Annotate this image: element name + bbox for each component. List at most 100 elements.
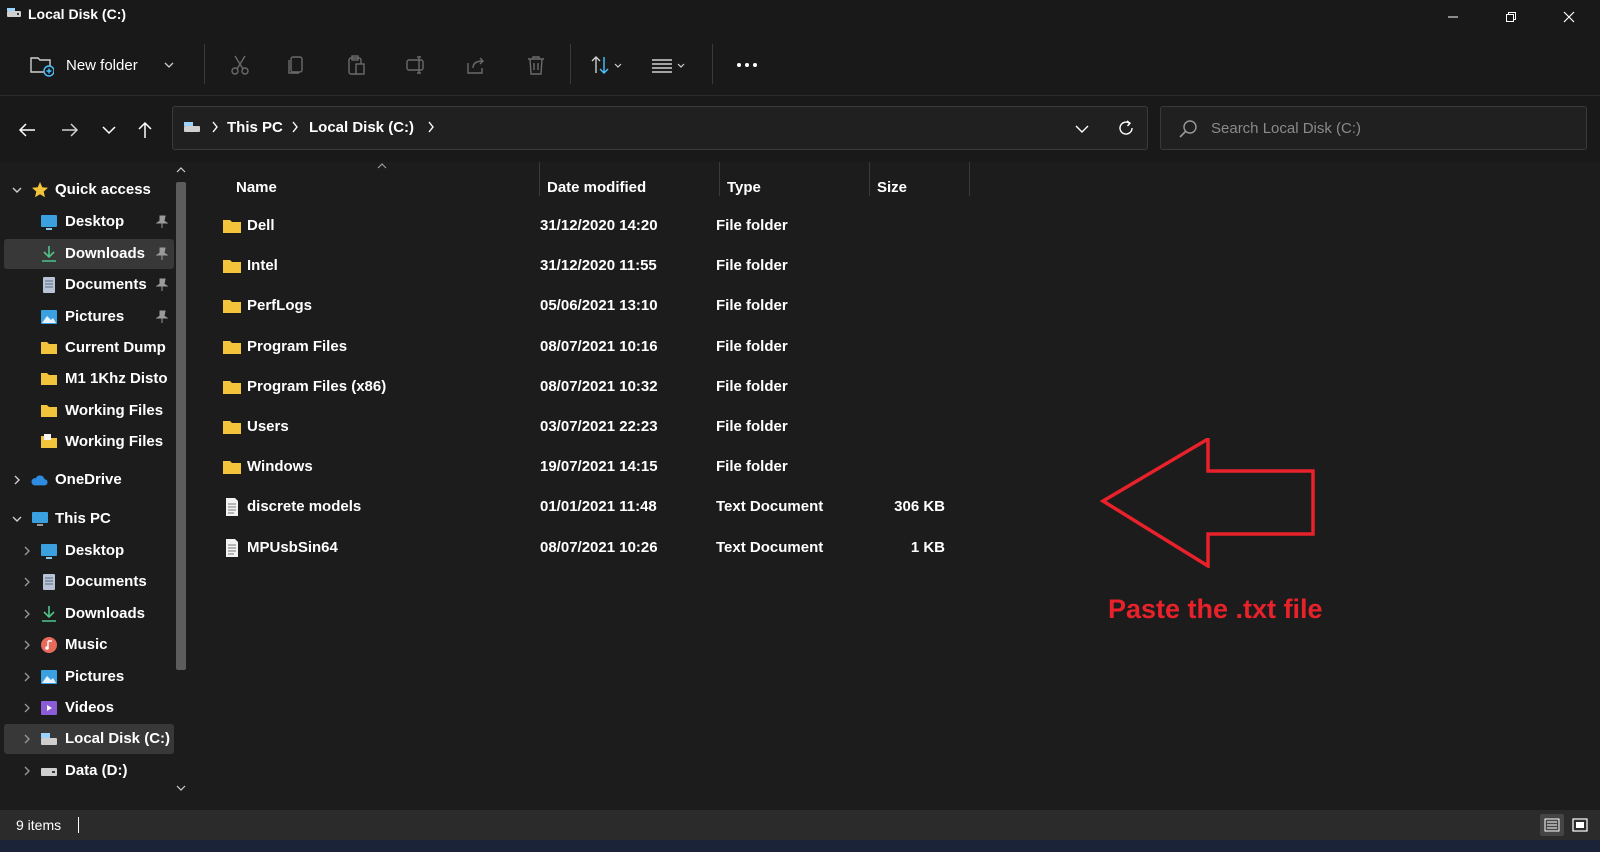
chevron-right-icon[interactable] — [20, 575, 34, 589]
sidebar-item-working-files[interactable]: Working Files — [4, 396, 174, 426]
minimize-button[interactable] — [1424, 0, 1482, 34]
sidebar-item-m1-1khz[interactable]: M1 1Khz Disto — [4, 364, 174, 394]
sidebar-pc-music[interactable]: Music — [4, 630, 174, 660]
chevron-right-icon[interactable] — [20, 670, 34, 684]
chevron-right-icon[interactable] — [20, 607, 34, 621]
pin-icon[interactable] — [156, 247, 168, 261]
sidebar-onedrive[interactable]: OneDrive — [4, 465, 174, 495]
column-divider[interactable] — [719, 162, 720, 196]
sidebar-pc-documents[interactable]: Documents — [4, 567, 174, 597]
delete-button[interactable] — [518, 46, 554, 84]
sidebar-item-documents[interactable]: Documents — [4, 270, 174, 300]
column-header-size[interactable]: Size — [877, 170, 907, 204]
sidebar-item-working-files-2[interactable]: Working Files — [4, 427, 174, 457]
chevron-right-icon[interactable] — [20, 638, 34, 652]
sidebar-label: Videos — [65, 699, 114, 716]
pin-icon[interactable] — [156, 310, 168, 324]
pin-icon[interactable] — [156, 215, 168, 229]
pin-icon[interactable] — [156, 278, 168, 292]
column-header-date[interactable]: Date modified — [547, 170, 646, 204]
more-options-button[interactable] — [728, 46, 766, 84]
scroll-up-icon[interactable] — [176, 166, 186, 174]
copy-button[interactable] — [278, 46, 314, 84]
file-row[interactable]: PerfLogs 05/06/2021 13:10 File folder — [196, 286, 976, 326]
arrow-right-icon — [62, 123, 79, 137]
chevron-right-icon[interactable] — [20, 701, 34, 715]
scroll-down-icon[interactable] — [176, 784, 186, 792]
refresh-icon[interactable] — [1117, 119, 1135, 137]
file-row[interactable]: Intel 31/12/2020 11:55 File folder — [196, 246, 976, 286]
forward-button[interactable] — [54, 114, 86, 146]
back-button[interactable] — [11, 114, 43, 146]
sort-button[interactable] — [584, 46, 630, 84]
close-button[interactable] — [1540, 0, 1598, 34]
recent-locations-button[interactable] — [93, 114, 125, 146]
column-header-type[interactable]: Type — [727, 170, 761, 204]
paste-button[interactable] — [338, 46, 374, 84]
file-type: Text Document — [716, 538, 824, 556]
chevron-down-icon — [102, 126, 116, 135]
column-header-name[interactable]: Name — [236, 170, 277, 204]
file-row[interactable]: MPUsbSin64 08/07/2021 10:26 Text Document 1… — [196, 528, 976, 568]
chevron-right-icon[interactable] — [20, 764, 34, 778]
videos-icon — [41, 701, 57, 715]
chevron-down-icon — [164, 62, 174, 68]
sidebar-label: Pictures — [65, 308, 125, 325]
file-row[interactable]: Dell 31/12/2020 14:20 File folder — [196, 206, 976, 246]
rename-icon — [406, 56, 424, 74]
folder-icon — [41, 342, 57, 354]
computer-icon — [32, 512, 48, 526]
file-row[interactable]: Program Files (x86) 08/07/2021 10:32 File … — [196, 367, 976, 407]
chevron-down-icon[interactable] — [10, 512, 24, 526]
sidebar-item-current-dump[interactable]: Current Dump — [4, 333, 174, 363]
column-divider[interactable] — [969, 162, 970, 196]
breadcrumb-local-disk[interactable]: Local Disk (C:) — [309, 119, 414, 136]
sidebar-pc-local-disk[interactable]: Local Disk (C:) — [4, 724, 174, 754]
desktop-icon — [41, 215, 57, 230]
star-icon — [32, 182, 48, 198]
sidebar-pc-pictures[interactable]: Pictures — [4, 662, 174, 692]
chevron-right-icon[interactable] — [10, 473, 24, 487]
sidebar-pc-videos[interactable]: Videos — [4, 693, 174, 723]
sidebar-label: Quick access — [55, 181, 151, 198]
search-box[interactable]: Search Local Disk (C:) — [1160, 106, 1587, 150]
sidebar-quick-access[interactable]: Quick access — [4, 175, 174, 205]
file-row[interactable]: Users 03/07/2021 22:23 File folder — [196, 407, 976, 447]
folder-icon — [41, 434, 57, 448]
file-row[interactable]: Windows 19/07/2021 14:15 File folder — [196, 447, 976, 487]
address-bar[interactable]: This PC Local Disk (C:) — [172, 106, 1148, 150]
restore-button[interactable] — [1482, 0, 1540, 34]
sidebar-pc-downloads[interactable]: Downloads — [4, 599, 174, 629]
chevron-down-icon[interactable] — [10, 183, 24, 197]
column-divider[interactable] — [539, 162, 540, 196]
file-row[interactable]: discrete models 01/01/2021 11:48 Text Docu… — [196, 487, 976, 527]
file-row[interactable]: Program Files 08/07/2021 10:16 File folder — [196, 327, 976, 367]
breadcrumb-this-pc[interactable]: This PC — [227, 119, 283, 136]
chevron-right-icon[interactable] — [20, 544, 34, 558]
cut-button[interactable] — [222, 46, 258, 84]
separator — [570, 44, 571, 84]
up-button[interactable] — [129, 114, 161, 146]
rename-button[interactable] — [398, 46, 434, 84]
download-icon — [42, 606, 56, 622]
sidebar-item-pictures[interactable]: Pictures — [4, 302, 174, 332]
sidebar-pc-desktop[interactable]: Desktop — [4, 536, 174, 566]
sidebar-pc-data-d[interactable]: Data (D:) — [4, 756, 174, 786]
sidebar-scrollbar-thumb[interactable] — [176, 182, 186, 670]
file-date-modified: 01/01/2021 11:48 — [540, 498, 657, 516]
sidebar-item-downloads[interactable]: Downloads — [4, 239, 174, 269]
new-folder-button[interactable]: New folder — [28, 46, 184, 84]
tiles-view-button[interactable] — [1568, 814, 1592, 836]
folder-icon — [222, 457, 242, 477]
address-history-dropdown[interactable] — [1075, 124, 1089, 134]
file-date-modified: 31/12/2020 11:55 — [540, 257, 657, 275]
sidebar-item-desktop[interactable]: Desktop — [4, 207, 174, 237]
chevron-right-icon[interactable] — [427, 120, 435, 134]
file-type: File folder — [716, 297, 788, 315]
chevron-right-icon[interactable] — [20, 732, 34, 746]
share-button[interactable] — [458, 46, 494, 84]
column-divider[interactable] — [869, 162, 870, 196]
details-view-button[interactable] — [1540, 814, 1564, 836]
view-button[interactable] — [646, 46, 692, 84]
sidebar-this-pc[interactable]: This PC — [4, 504, 174, 534]
